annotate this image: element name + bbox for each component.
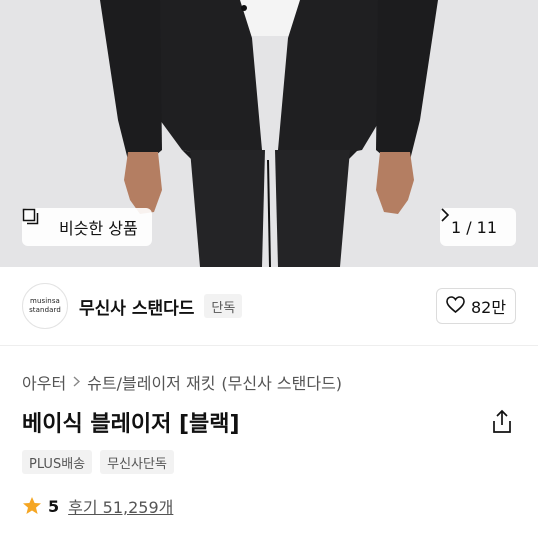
breadcrumb-item-outer[interactable]: 아우터 [22,370,66,394]
rating-row: 5 후기 51,259개 [22,494,173,518]
heart-outline-icon [446,295,465,317]
similar-products-button[interactable]: 비슷한 상품 [22,208,152,246]
brand-logo-line1: musinsa [30,297,60,305]
brand-row: musinsa standard 무신사 스탠다드 단독 82만 [22,282,516,330]
image-pager-text: 1 / 11 [450,217,498,237]
similar-products-label: 비슷한 상품 [59,219,138,238]
similar-products-icon [22,208,51,236]
product-title: 베이식 블레이저 [블랙] [22,412,240,437]
chevron-right-icon [73,373,81,391]
breadcrumb-item-category[interactable]: 슈트/블레이저 재킷 [87,370,215,394]
like-count: 82만 [470,298,507,317]
rating-score: 5 [48,496,60,516]
product-badges: PLUS배송 무신사단독 [22,450,174,474]
review-count-link[interactable]: 후기 51,259개 [68,494,173,518]
share-icon [490,409,514,439]
breadcrumb: 아우터 슈트/블레이저 재킷 (무신사 스탠다드) [22,370,342,394]
section-divider [0,345,538,346]
brand-logo-line2: standard [29,306,61,314]
share-button[interactable] [490,409,514,435]
plus-delivery-badge: PLUS배송 [22,450,93,474]
like-button[interactable]: 82만 [436,288,516,324]
musinsa-exclusive-badge: 무신사단독 [100,450,174,474]
brand-exclusive-badge: 단독 [204,294,243,318]
brand-logo[interactable]: musinsa standard [22,283,68,329]
breadcrumb-item-brand[interactable]: (무신사 스탠다드) [221,370,342,394]
product-image-carousel[interactable]: 비슷한 상품 1 / 11 [0,0,538,267]
star-icon [22,496,42,516]
image-pager-button[interactable]: 1 / 11 [440,208,516,246]
brand-name[interactable]: 무신사 스탠다드 [79,294,194,319]
